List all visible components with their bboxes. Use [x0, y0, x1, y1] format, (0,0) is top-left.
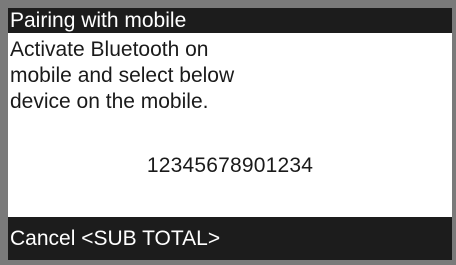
display-screen: Pairing with mobile Activate Bluetooth o…	[8, 8, 452, 260]
device-bezel: Pairing with mobile Activate Bluetooth o…	[0, 0, 456, 265]
screen-title: Pairing with mobile	[8, 8, 452, 33]
device-id: 12345678901234	[146, 154, 314, 177]
instruction-message: Activate Bluetooth on mobile and select …	[10, 37, 440, 115]
instruction-line-1: Activate Bluetooth on	[10, 38, 209, 61]
cancel-soft-key[interactable]: Cancel <SUB TOTAL>	[8, 217, 452, 260]
instruction-line-3: device on the mobile.	[10, 90, 209, 113]
instruction-line-2: mobile and select below	[10, 64, 235, 87]
